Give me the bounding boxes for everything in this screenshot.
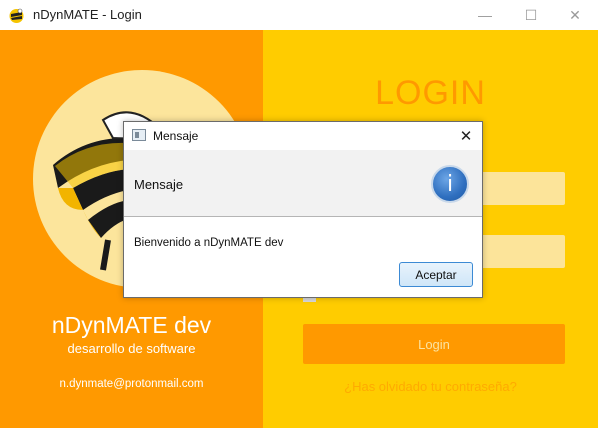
window-app-icon: [132, 129, 146, 141]
minimize-button[interactable]: —: [462, 0, 508, 30]
window-titlebar: nDynMATE - Login — ☐ ✕: [0, 0, 598, 30]
dialog-header: Mensaje i: [124, 150, 482, 217]
dialog-title: Mensaje: [153, 129, 199, 143]
accept-button[interactable]: Aceptar: [399, 262, 473, 287]
bee-app-icon: [9, 8, 24, 23]
brand-tagline: desarrollo de software: [67, 341, 196, 356]
login-button[interactable]: Login: [303, 324, 565, 364]
maximize-button[interactable]: ☐: [508, 0, 554, 30]
dialog-message: Bienvenido a nDynMATE dev: [134, 237, 284, 249]
dialog-close-button[interactable]: ✕: [456, 126, 476, 146]
forgot-password-link[interactable]: ¿Has olvidado tu contraseña?: [263, 379, 598, 394]
contact-email: n.dynmate@protonmail.com: [59, 378, 204, 390]
close-button[interactable]: ✕: [552, 0, 598, 30]
dialog-header-text: Mensaje: [134, 177, 184, 192]
message-dialog: Mensaje ✕ Mensaje i Bienvenido a nDynMAT…: [123, 121, 483, 298]
brand-name: nDynMATE dev: [51, 312, 212, 338]
info-icon: i: [431, 165, 469, 203]
window-title: nDynMATE - Login: [33, 7, 142, 22]
login-heading: LOGIN: [375, 74, 486, 112]
dialog-titlebar: Mensaje ✕: [124, 122, 482, 150]
